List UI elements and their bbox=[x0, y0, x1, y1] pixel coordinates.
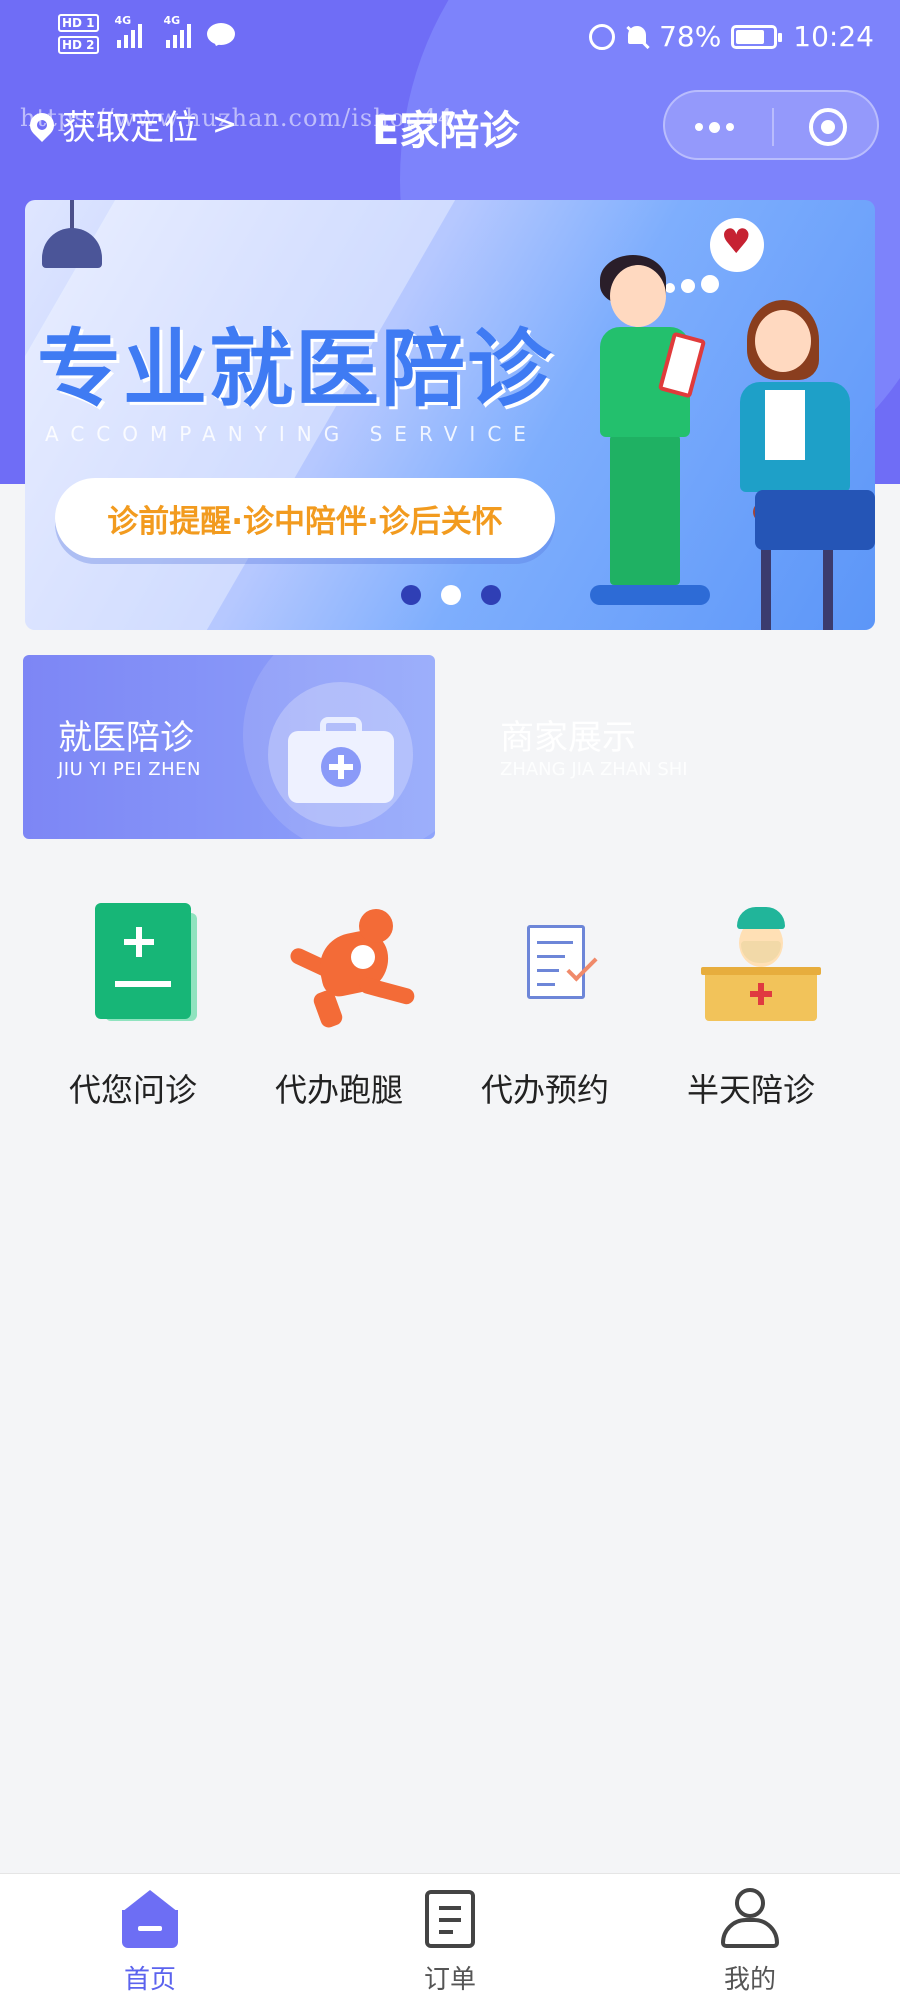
network-label-2: 4G bbox=[163, 14, 181, 27]
battery-level bbox=[736, 29, 765, 44]
service-halfday[interactable]: 半天陪诊 bbox=[648, 895, 854, 1109]
service-label: 代您问诊 bbox=[68, 1071, 197, 1109]
status-bar: HD 1 HD 2 4G 4G 78% 10:24 bbox=[0, 0, 900, 80]
tab-home[interactable]: 首页 bbox=[0, 1874, 300, 2000]
service-appointment[interactable]: 代办预约 bbox=[442, 895, 648, 1109]
alarm-icon bbox=[589, 23, 616, 50]
doctor-icon bbox=[701, 895, 821, 1025]
page-title: E家陪诊 bbox=[372, 108, 520, 154]
close-miniprogram-icon[interactable] bbox=[809, 108, 847, 146]
clock: 10:24 bbox=[793, 20, 874, 53]
banner-title: 专业就医陪诊 bbox=[37, 320, 554, 418]
network-label: 4G bbox=[114, 14, 132, 27]
tab-profile[interactable]: 我的 bbox=[600, 1874, 900, 2000]
service-consult[interactable]: 代您问诊 bbox=[30, 895, 236, 1109]
more-menu-icon[interactable] bbox=[695, 122, 734, 133]
category-title: 就医陪诊 bbox=[58, 718, 194, 758]
banner-dot[interactable] bbox=[481, 585, 501, 605]
order-icon bbox=[425, 1890, 475, 1948]
tab-label: 订单 bbox=[423, 1965, 476, 1995]
medical-kit-icon bbox=[288, 717, 394, 805]
promo-banner[interactable]: 专业就医陪诊 ACCOMPANYING SERVICE 诊前提醒·诊中陪伴·诊后… bbox=[25, 200, 875, 630]
signal-icon-2: 4G bbox=[164, 14, 191, 48]
miniprogram-capsule bbox=[663, 90, 879, 160]
tab-orders[interactable]: 订单 bbox=[300, 1874, 600, 2000]
service-label: 半天陪诊 bbox=[686, 1071, 815, 1109]
home-icon bbox=[122, 1890, 178, 1948]
banner-subtitle: ACCOMPANYING SERVICE bbox=[45, 422, 538, 446]
tab-label: 我的 bbox=[723, 1965, 776, 1995]
service-grid: 代您问诊 代办跑腿 代办预约 半天陪诊 bbox=[30, 895, 870, 1109]
profile-icon bbox=[721, 1888, 779, 1950]
runner-icon bbox=[287, 895, 417, 1030]
signal-icon: 4G bbox=[115, 14, 142, 48]
banner-dot[interactable] bbox=[441, 585, 461, 605]
appointment-icon bbox=[495, 895, 615, 1025]
category-card-escort[interactable]: 就医陪诊 JIU YI PEI ZHEN bbox=[23, 655, 435, 839]
sim2-label: HD 2 bbox=[58, 36, 99, 54]
category-subtitle-merchants: ZHANG JIA ZHAN SHI bbox=[500, 759, 688, 780]
sim1-label: HD 1 bbox=[58, 14, 99, 32]
sim-indicators: HD 1 HD 2 bbox=[58, 14, 99, 54]
tab-label: 首页 bbox=[123, 1965, 176, 1995]
app-page: HD 1 HD 2 4G 4G 78% 10:24 获取定位 > https:/… bbox=[0, 0, 900, 2000]
status-right: 78% 10:24 bbox=[589, 20, 874, 53]
banner-pagination bbox=[401, 585, 501, 605]
category-card-merchants[interactable]: 商家展示 bbox=[500, 710, 636, 759]
mute-bell-icon bbox=[625, 24, 649, 50]
bottom-tab-bar: 首页 订单 我的 bbox=[0, 1873, 900, 2000]
service-label: 代办跑腿 bbox=[274, 1071, 403, 1109]
banner-pill: 诊前提醒·诊中陪伴·诊后关怀 bbox=[55, 478, 555, 558]
message-icon bbox=[206, 23, 235, 45]
lamp-illustration bbox=[37, 200, 107, 272]
banner-dot[interactable] bbox=[401, 585, 421, 605]
consult-icon bbox=[83, 895, 203, 1025]
service-label: 代办预约 bbox=[480, 1071, 609, 1109]
capsule-divider bbox=[772, 108, 774, 146]
patient-illustration bbox=[725, 300, 875, 630]
status-left: HD 1 HD 2 4G 4G bbox=[58, 14, 235, 54]
battery-icon bbox=[731, 24, 783, 49]
nav-bar: 获取定位 > https://www.huzhan.com/ishop44 E家… bbox=[0, 90, 900, 160]
nurse-illustration bbox=[580, 255, 730, 625]
battery-percent: 78% bbox=[659, 20, 722, 53]
service-errand[interactable]: 代办跑腿 bbox=[236, 895, 442, 1109]
category-subtitle: JIU YI PEI ZHEN bbox=[58, 759, 202, 780]
